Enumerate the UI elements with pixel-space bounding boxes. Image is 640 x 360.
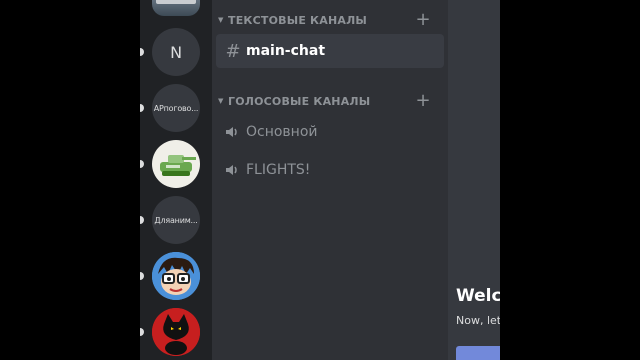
unread-indicator (140, 216, 144, 224)
welcome-subtitle: Now, let (456, 314, 500, 327)
welcome-button[interactable] (456, 346, 500, 360)
server-icon-tank[interactable] (152, 140, 200, 188)
server-icon-avatar[interactable] (152, 252, 200, 300)
speaker-icon (224, 162, 242, 178)
unread-indicator (140, 104, 144, 112)
category-text-channels[interactable]: ▼ ТЕКСТОВЫЕ КАНАЛЫ + (218, 10, 448, 30)
tank-icon (160, 155, 196, 176)
add-channel-icon[interactable]: + (412, 92, 434, 110)
channel-label: Основной (246, 124, 318, 140)
app-frame: N АРпогово... Дляаним... ▼ ТЕКСТОВЫЕ КАН… (140, 0, 500, 360)
server-icon-cat[interactable] (152, 308, 200, 356)
black-cat-icon (152, 308, 200, 356)
server-rail: N АРпогово... Дляаним... (140, 0, 212, 360)
unread-indicator (140, 160, 144, 168)
server-icon-n[interactable]: N (152, 28, 200, 76)
category-voice-channels[interactable]: ▼ ГОЛОСОВЫЕ КАНАЛЫ + (218, 91, 448, 111)
channel-main-chat[interactable]: # main-chat (216, 34, 444, 68)
server-icon-top[interactable] (152, 0, 200, 16)
welcome-title: Welco (456, 286, 500, 306)
speaker-icon (224, 124, 242, 140)
main-content: Welco Now, let (448, 0, 500, 360)
server-icon-dl[interactable]: Дляаним... (152, 196, 200, 244)
category-label: ТЕКСТОВЫЕ КАНАЛЫ (228, 13, 368, 27)
add-channel-icon[interactable]: + (412, 11, 434, 29)
chevron-down-icon: ▼ (218, 97, 224, 105)
unread-indicator (140, 272, 144, 280)
cartoon-avatar-icon (152, 252, 200, 300)
channel-label: main-chat (246, 43, 326, 59)
category-label: ГОЛОСОВЫЕ КАНАЛЫ (228, 94, 371, 108)
server-icon-ap[interactable]: АРпогово... (152, 84, 200, 132)
channel-sidebar: ▼ ТЕКСТОВЫЕ КАНАЛЫ + # main-chat ▼ ГОЛОС… (212, 0, 448, 360)
channel-label: FLIGHTS! (246, 162, 311, 178)
voice-channel-flights[interactable]: FLIGHTS! (216, 153, 444, 187)
chevron-down-icon: ▼ (218, 16, 224, 24)
unread-indicator (140, 48, 144, 56)
hash-icon: # (225, 40, 241, 62)
unread-indicator (140, 328, 144, 336)
voice-channel-osnovnoy[interactable]: Основной (216, 115, 444, 149)
